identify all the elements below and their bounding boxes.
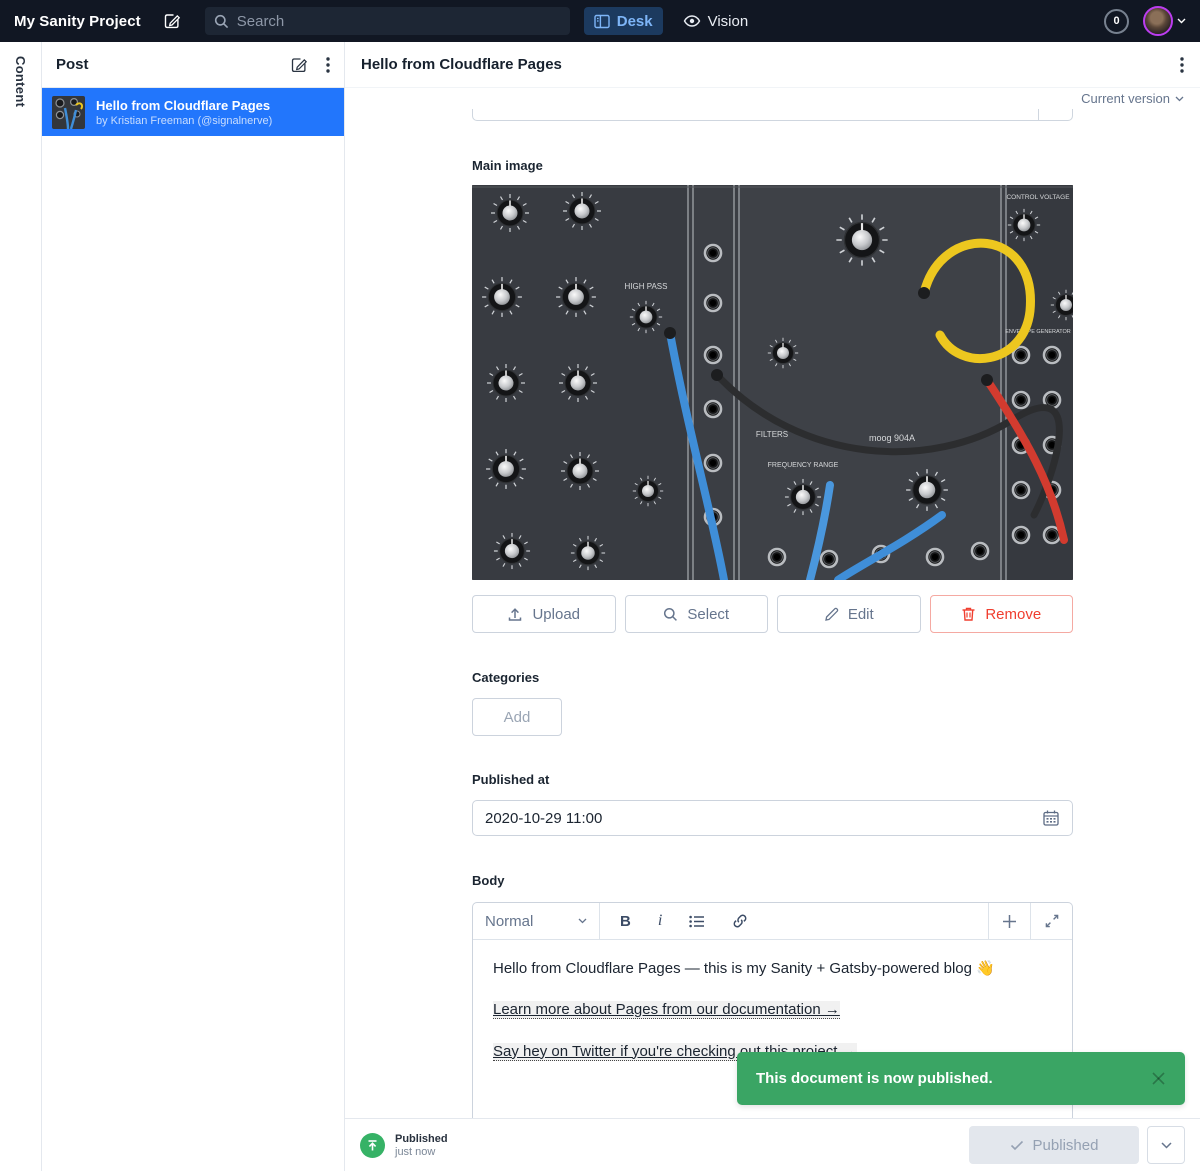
link-button[interactable] (732, 913, 748, 929)
tab-desk[interactable]: Desk (584, 7, 663, 35)
avatar (1143, 6, 1173, 36)
toast-message: This document is now published. (756, 1070, 993, 1087)
published-at-field[interactable] (472, 800, 1073, 836)
calendar-icon[interactable] (1042, 809, 1060, 827)
search-box[interactable] (205, 7, 570, 35)
publish-button-label: Published (1033, 1137, 1099, 1154)
desk-icon (594, 14, 610, 29)
photo-label: ENVELOPE GENERATOR (1005, 329, 1071, 335)
select-button[interactable]: Select (625, 595, 769, 633)
plus-icon (1002, 914, 1017, 929)
style-select[interactable]: Normal (473, 903, 600, 939)
notification-badge[interactable]: 0 (1104, 9, 1129, 34)
photo-label: CONTROL VOLTAGE (1006, 194, 1070, 201)
toast-close-button[interactable] (1151, 1071, 1166, 1086)
publish-status-icon (360, 1133, 385, 1158)
version-selector[interactable]: Current version (345, 88, 1200, 109)
document-header: Hello from Cloudflare Pages (345, 42, 1200, 88)
tab-vision-label: Vision (708, 13, 749, 30)
post-list-panel: Post (42, 42, 345, 1171)
publish-status-text: Published (395, 1133, 448, 1145)
publish-button[interactable]: Published (969, 1126, 1139, 1164)
chevron-down-icon (1161, 1142, 1172, 1149)
main-image-label: Main image (472, 158, 1073, 173)
editor-toolbar: Normal B i (473, 903, 1072, 940)
main-image[interactable]: HIGH PASS FREQUENCY RANGE FILTERS moog 9… (472, 185, 1073, 580)
expand-icon (1045, 914, 1059, 928)
tab-desk-label: Desk (617, 13, 653, 30)
post-list-title: Post (56, 56, 290, 73)
close-icon (1151, 1071, 1166, 1086)
post-list-header: Post (42, 42, 344, 88)
upload-label: Upload (532, 606, 580, 623)
check-icon (1010, 1140, 1024, 1151)
categories-label: Categories (472, 670, 1073, 685)
compose-button[interactable] (163, 12, 181, 30)
photo-label: moog 904A (869, 433, 915, 443)
edit-button[interactable]: Edit (777, 595, 921, 633)
body-label: Body (472, 873, 1073, 888)
photo-label: FREQUENCY RANGE (768, 462, 839, 469)
pencil-icon (824, 607, 839, 622)
eye-icon (683, 14, 701, 28)
published-at-label: Published at (472, 772, 1073, 787)
upload-button[interactable]: Upload (472, 595, 616, 633)
remove-label: Remove (985, 606, 1041, 623)
remove-button[interactable]: Remove (930, 595, 1074, 633)
photo-label: FILTERS (756, 430, 788, 439)
post-thumbnail (52, 96, 85, 129)
publish-menu-button[interactable] (1147, 1126, 1185, 1164)
document-footer: Published just now Published (345, 1118, 1200, 1171)
fullscreen-button[interactable] (1030, 903, 1072, 939)
document-scroll-area[interactable]: Main image (345, 109, 1200, 1118)
menu-dots-icon[interactable] (326, 57, 330, 73)
project-title: My Sanity Project (14, 13, 141, 30)
bullet-list-button[interactable] (689, 915, 705, 928)
link-icon (732, 913, 748, 929)
document-menu-dots-icon[interactable] (1180, 57, 1184, 73)
document-title: Hello from Cloudflare Pages (361, 56, 1180, 73)
published-at-input[interactable] (485, 810, 1032, 827)
trash-icon (961, 606, 976, 622)
new-document-icon[interactable] (290, 56, 308, 74)
upload-icon (507, 606, 523, 622)
topbar-right: 0 (1104, 6, 1186, 36)
user-menu[interactable] (1143, 6, 1186, 36)
content-rail-label: Content (13, 56, 28, 1171)
body-link-documentation[interactable]: Learn more about Pages from our document… (493, 1001, 840, 1019)
chevron-down-icon (1177, 18, 1186, 24)
toast-published: This document is now published. (737, 1052, 1185, 1105)
photo-label: HIGH PASS (625, 282, 668, 291)
insert-block-button[interactable] (988, 903, 1030, 939)
publish-time-text: just now (395, 1146, 448, 1158)
post-list-item-selected[interactable]: Hello from Cloudflare Pages by Kristian … (42, 88, 344, 136)
tab-vision[interactable]: Vision (673, 7, 759, 35)
select-label: Select (687, 606, 729, 623)
italic-button[interactable]: i (658, 912, 662, 930)
post-item-title: Hello from Cloudflare Pages (96, 98, 272, 113)
style-select-value: Normal (485, 913, 533, 930)
search-icon (214, 14, 229, 29)
body-paragraph: Hello from Cloudflare Pages — this is my… (493, 959, 1052, 979)
bullet-list-icon (689, 915, 705, 928)
slug-field-cutoff[interactable] (472, 109, 1073, 121)
post-item-subtitle: by Kristian Freeman (@signalnerve) (96, 115, 272, 127)
add-category-button[interactable]: Add (472, 698, 562, 736)
compose-icon (163, 12, 181, 30)
edit-label: Edit (848, 606, 874, 623)
search-input[interactable] (237, 13, 561, 30)
version-label: Current version (1081, 91, 1170, 106)
top-navbar: My Sanity Project Desk Vision 0 (0, 0, 1200, 42)
chevron-down-icon (1175, 96, 1184, 102)
search-icon (663, 607, 678, 622)
bold-button[interactable]: B (620, 913, 631, 930)
content-rail[interactable]: Content (0, 42, 42, 1171)
image-actions: Upload Select Edit (472, 595, 1073, 633)
document-pane: Hello from Cloudflare Pages Current vers… (345, 42, 1200, 1171)
chevron-down-icon (578, 918, 587, 924)
